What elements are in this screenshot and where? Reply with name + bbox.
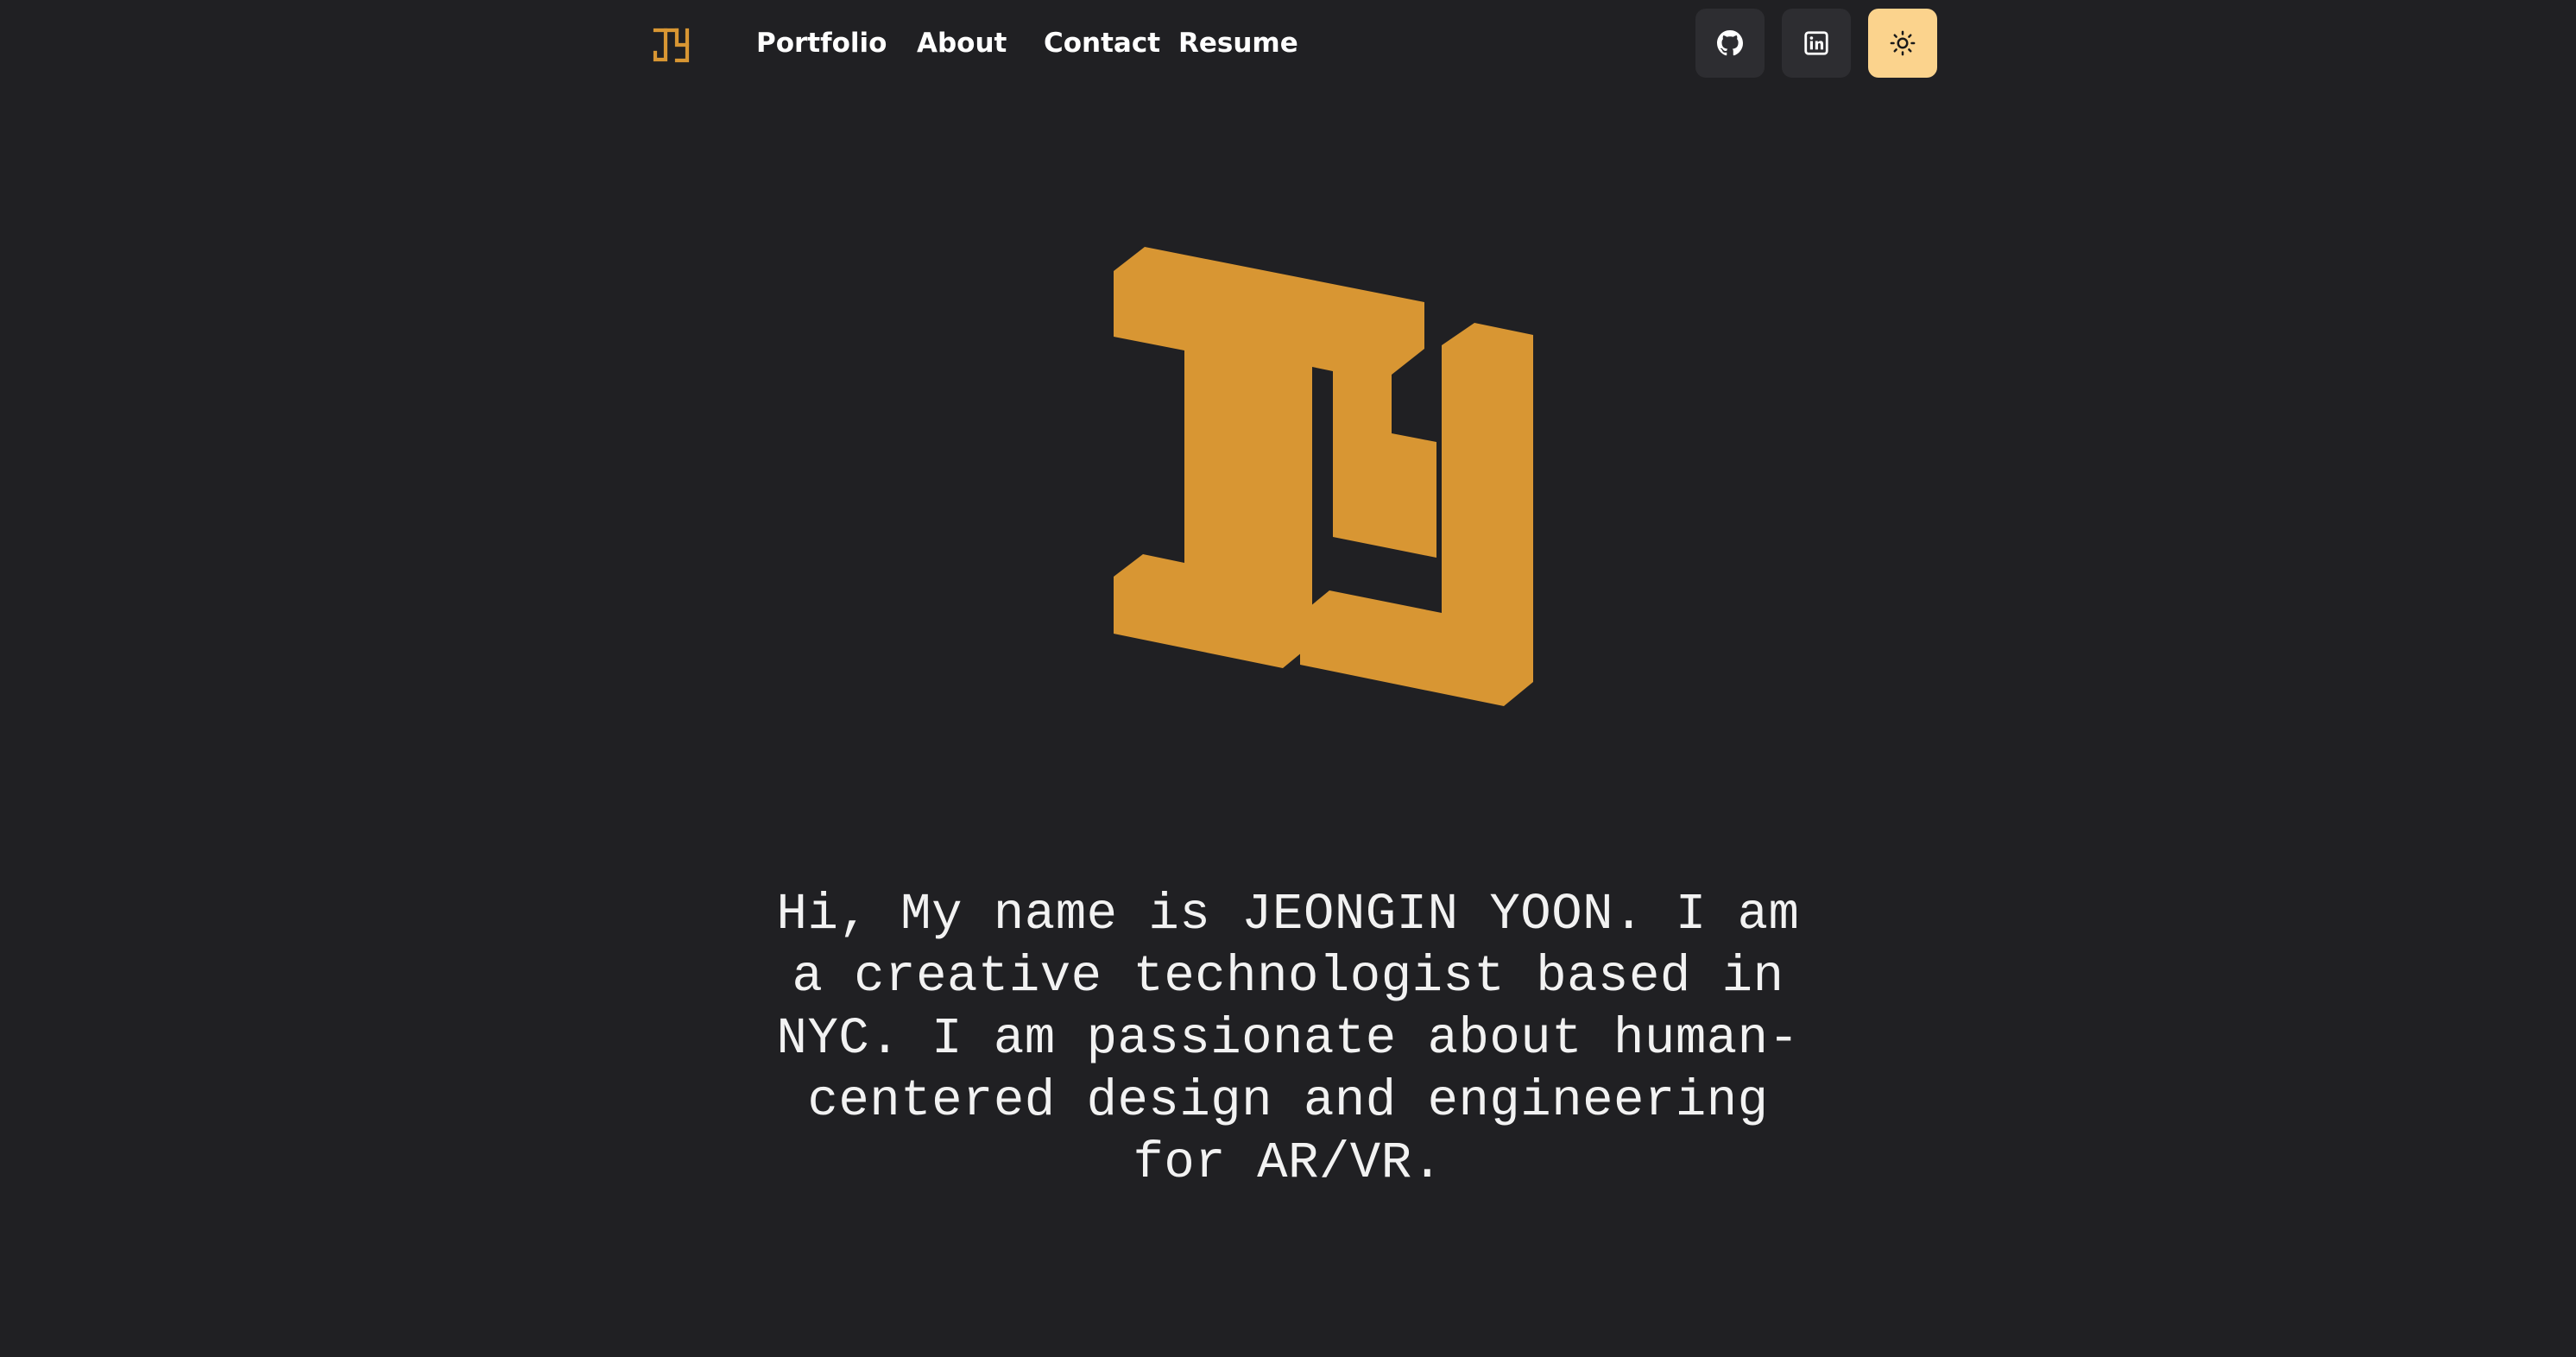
github-icon (1717, 30, 1743, 56)
nav-link-portfolio[interactable]: Portfolio (756, 26, 887, 60)
linkedin-button[interactable] (1782, 9, 1851, 78)
sun-icon (1890, 30, 1916, 56)
nav-link-resume[interactable]: Resume (1178, 26, 1298, 60)
github-button[interactable] (1695, 9, 1765, 78)
nav-link-contact[interactable]: Contact (1044, 26, 1160, 60)
top-navbar: Portfolio About Contact Resume (0, 0, 2576, 86)
intro-text: Hi, My name is JEONGIN YOON. I am a crea… (776, 886, 1800, 1192)
linkedin-icon (1804, 31, 1828, 55)
nav-link-about[interactable]: About (917, 26, 1007, 60)
jy-monogram-logo-icon (1114, 247, 1533, 706)
theme-toggle-button[interactable] (1868, 9, 1937, 78)
jy-logo-icon[interactable] (653, 26, 692, 64)
